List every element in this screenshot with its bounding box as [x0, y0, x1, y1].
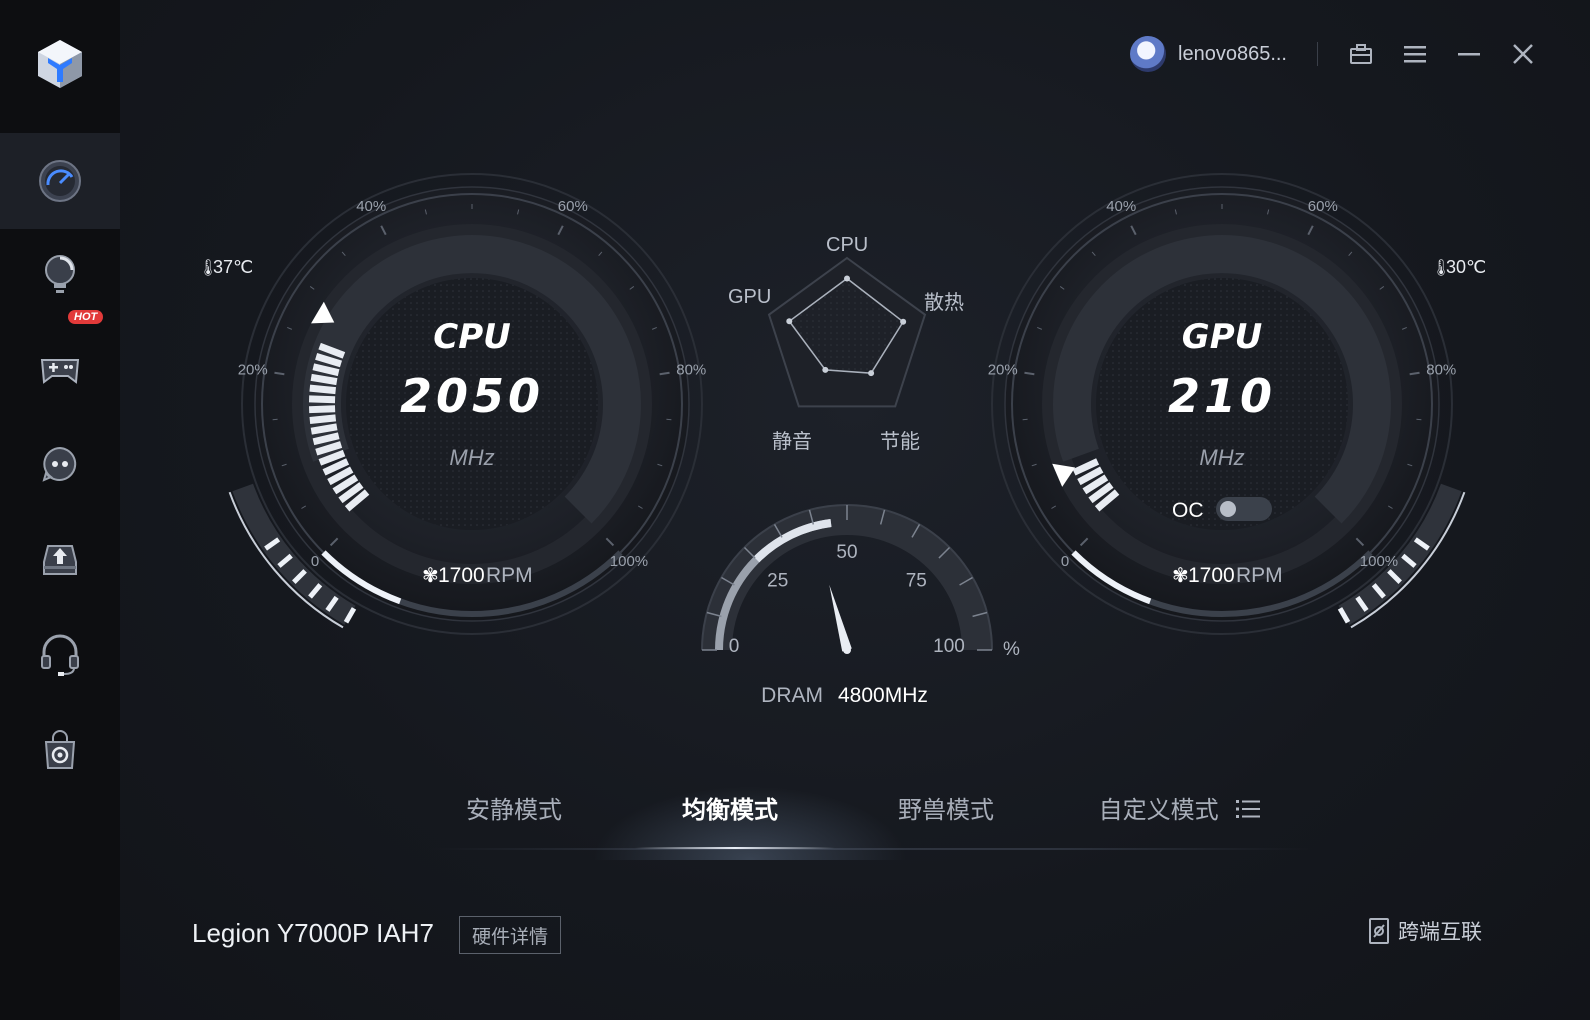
gpu-frequency-unit: MHz [1199, 445, 1244, 470]
gauges-area: 0 20% 40% 60% 80% 100% CPU 2050 MHz ✾ 1700 RP… [198, 173, 1486, 707]
cpu-fan-readout: ✾ 1700 RPM [422, 563, 533, 587]
gpu-frequency-value: 210 [1168, 369, 1276, 423]
active-tab-indicator [635, 847, 835, 849]
cpu-gauge: 0 20% 40% 60% 80% 100% CPU 2050 MHz ✾ 1700 RP… [198, 173, 706, 635]
tab-balanced-mode[interactable]: 均衡模式 [630, 790, 830, 825]
radar-label-silent: 静音 [772, 431, 812, 453]
cpu-scale-label: 0 [311, 553, 319, 570]
cpu-title: CPU [433, 317, 510, 357]
dram-needle [829, 584, 852, 652]
cpu-scale-label: 40% [356, 198, 386, 215]
cpu-fan-unit: RPM [486, 564, 533, 587]
sidebar-item-games[interactable]: HOT [0, 310, 120, 416]
headset-icon [41, 634, 79, 676]
dram-tick-label: 100 [933, 636, 965, 657]
cube-logo-icon [38, 40, 82, 88]
gpu-scale-label: 100% [1360, 553, 1398, 570]
dram-tick-label: 0 [729, 636, 740, 657]
cpu-scale-label: 80% [676, 361, 706, 378]
sidebar-item-upload[interactable] [0, 510, 120, 606]
dram-unit: % [1003, 639, 1020, 660]
oc-label: OC [1172, 499, 1204, 522]
radar-point [868, 370, 875, 377]
tab-custom-mode[interactable]: 自定义模式 [1060, 790, 1300, 825]
radar-point [822, 366, 829, 373]
fan-icon: ✾ [1172, 563, 1189, 587]
radar-point [844, 275, 850, 282]
lightbulb-icon [45, 255, 75, 293]
cpu-scale-label: 20% [238, 361, 268, 378]
cross-device-connect-button[interactable]: 跨端互联 [1368, 916, 1482, 946]
gpu-fan-readout: ✾ 1700 RPM [1172, 563, 1283, 587]
cpu-usage-segment [309, 384, 336, 395]
cpu-temperature: 37℃ [213, 257, 253, 277]
tab-beast-mode[interactable]: 野兽模式 [846, 790, 1046, 825]
tab-custom-mode-label: 自定义模式 [1098, 797, 1219, 824]
tab-quiet-mode[interactable]: 安静模式 [414, 790, 614, 825]
gpu-scale-label: 80% [1426, 361, 1456, 378]
gpu-gauge: 0 20% 40% 60% 80% 100% GPU 210 MHz OC ✾ 1700 … [988, 173, 1486, 635]
radar-point [786, 318, 793, 325]
cpu-usage-segment [308, 405, 336, 414]
cpu-fan-speed: 1700 [438, 564, 485, 587]
gpu-fan-speed: 1700 [1188, 564, 1235, 587]
gpu-scale-label: 60% [1308, 198, 1338, 215]
gpu-scale-label: 20% [988, 361, 1018, 378]
fan-icon: ✾ [422, 563, 439, 587]
cpu-usage-segment [310, 373, 338, 386]
radar-label-gpu: GPU [728, 286, 772, 308]
sidebar-item-store[interactable] [0, 702, 120, 798]
sidebar-item-assistant[interactable] [0, 416, 120, 512]
dram-gauge: 0 25 50 75 100 % DRAM 4800MHz [701, 504, 1020, 707]
gamepad-icon [40, 359, 80, 384]
app-logo [28, 32, 92, 96]
dram-tick-label: 25 [767, 571, 788, 592]
gpu-title: GPU [1182, 317, 1262, 357]
radar-label-power-saving: 节能 [880, 431, 920, 453]
radar-label-cooling: 散热 [924, 292, 964, 314]
hot-badge: HOT [68, 310, 104, 324]
upload-tray-icon [43, 545, 77, 575]
cpu-scale-label: 60% [558, 198, 588, 215]
sidebar-item-lighting[interactable] [0, 226, 120, 322]
mode-tabs: 安静模式 均衡模式 野兽模式 自定义模式 [430, 780, 1310, 860]
dram-tick-label: 50 [836, 542, 857, 563]
hardware-details-button[interactable]: 硬件详情 [459, 916, 561, 954]
tabs-baseline [430, 848, 1310, 850]
gpu-scale-label: 0 [1061, 553, 1069, 570]
needle-pivot [843, 646, 851, 654]
cpu-usage-segment [308, 395, 336, 404]
radar-point [900, 318, 907, 325]
shopping-bag-icon [44, 730, 76, 769]
cpu-usage-segment [309, 414, 337, 424]
performance-gauge-icon [39, 160, 81, 202]
cpu-frequency-value: 2050 [400, 369, 544, 423]
radar-label-cpu: CPU [826, 234, 869, 256]
main-panel: lenovo865... 0 20% 40% 60% 80% 100% CPU … [120, 0, 1590, 1020]
dram-frequency: 4800MHz [838, 684, 928, 707]
gpu-fan-unit: RPM [1236, 564, 1283, 587]
chat-bot-icon [42, 446, 77, 482]
device-link-icon [1369, 918, 1389, 944]
toggle-knob [1220, 501, 1236, 517]
cross-device-connect-label: 跨端互联 [1398, 921, 1482, 944]
gpu-temperature: 30℃ [1446, 257, 1486, 277]
oc-toggle[interactable] [1216, 497, 1272, 521]
cpu-scale-label: 100% [610, 553, 648, 570]
cpu-usage-segment [310, 423, 338, 435]
dram-label: DRAM [761, 684, 823, 707]
list-icon [1236, 800, 1261, 818]
sidebar-item-support[interactable] [0, 606, 120, 702]
cpu-frequency-unit: MHz [449, 445, 494, 470]
dram-track [702, 505, 992, 651]
gpu-scale-label: 40% [1106, 198, 1136, 215]
dram-tick-label: 75 [906, 571, 927, 592]
sidebar-item-performance[interactable] [0, 133, 120, 229]
performance-radar [767, 256, 927, 408]
device-model: Legion Y7000P IAH7 [192, 918, 434, 948]
sidebar: HOT [0, 0, 120, 1020]
